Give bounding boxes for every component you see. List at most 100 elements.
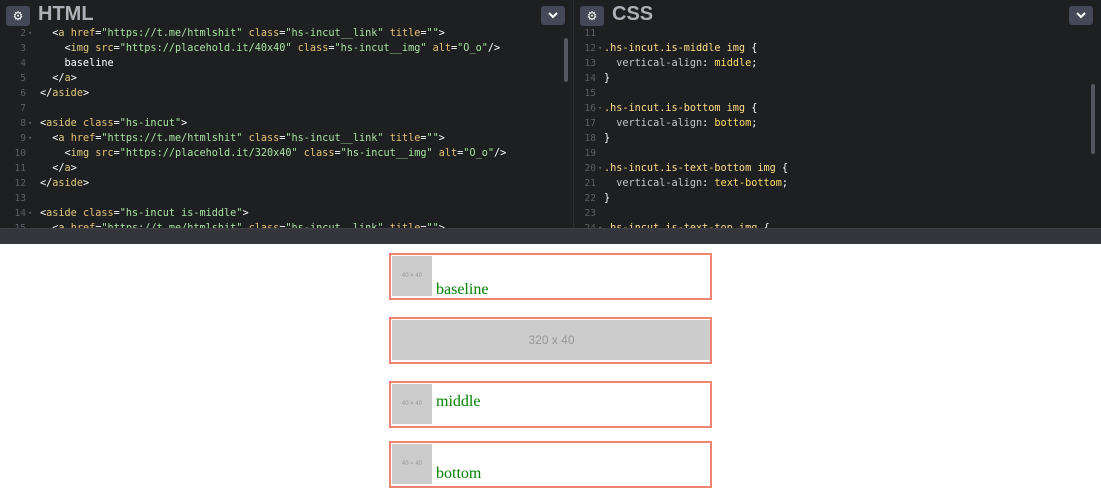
code-text: vertical-align: text-bottom;	[604, 176, 788, 191]
code-token: >	[70, 163, 77, 174]
code-token: vertical-align	[604, 58, 703, 69]
code-token: img	[70, 148, 90, 159]
code-token: class	[248, 28, 280, 39]
code-token: vertical-align	[604, 118, 703, 129]
css-settings-button[interactable]: ⚙	[580, 6, 604, 26]
code-text: </aside>	[40, 86, 89, 101]
code-token: <	[40, 43, 71, 54]
line-number: 15	[584, 88, 596, 99]
code-token: img	[70, 43, 90, 54]
line-number: 13	[584, 58, 596, 69]
code-token: "O_o"	[457, 43, 488, 54]
incut-box: 40 × 40 baseline	[389, 253, 712, 300]
fold-arrow-icon[interactable]: ▾	[28, 131, 32, 146]
fold-arrow-icon[interactable]: ▾	[598, 161, 602, 176]
line-number: 23	[584, 208, 596, 219]
html-editor-scrollbar[interactable]	[564, 38, 568, 82]
code-text: }	[604, 71, 610, 86]
code-token: :	[702, 178, 715, 189]
code-token: "O_o"	[463, 148, 494, 159]
editor-area: ⚙ HTML 2 ▾ <a href="https://t.me/htmlshit…	[0, 0, 1101, 228]
html-code-editor[interactable]: 2 ▾ <a href="https://t.me/htmlshit" class…	[0, 28, 573, 228]
code-line: 13	[0, 191, 573, 206]
line-number: 13	[14, 193, 26, 204]
incut-link[interactable]: 40 × 40 baseline	[391, 255, 710, 298]
code-text: .hs-incut.is-bottom img {	[604, 101, 757, 116]
html-pane-title: HTML	[38, 3, 94, 25]
code-text: <img src="https://placehold.it/40x40" cl…	[40, 41, 501, 56]
line-number: 12	[584, 43, 596, 54]
code-token: class	[248, 133, 280, 144]
code-token: "hs-incut__link"	[285, 133, 384, 144]
code-text: .hs-incut.is-middle img {	[604, 41, 757, 56]
html-settings-button[interactable]: ⚙	[6, 6, 30, 26]
code-token: ;	[751, 118, 758, 129]
fold-arrow-icon[interactable]: ▾	[28, 206, 32, 221]
code-token: ;	[781, 178, 789, 189]
code-line: 11	[574, 26, 1101, 41]
gear-icon: ⚙	[586, 9, 598, 23]
incut-link[interactable]: 320 x 40	[391, 319, 710, 362]
code-text: <a href="https://t.me/htmlshit" class="h…	[40, 26, 445, 41]
css-editor-scrollbar[interactable]	[1091, 84, 1095, 154]
placeholder-image: 40 × 40	[392, 444, 432, 484]
code-line: 15	[574, 86, 1101, 101]
code-token: "https://placehold.it/40x40"	[119, 43, 292, 54]
code-token: />	[493, 148, 507, 159]
code-token: aside	[52, 178, 83, 189]
html-pane-menu-button[interactable]	[541, 6, 565, 25]
fold-arrow-icon[interactable]: ▾	[28, 116, 32, 131]
code-token: "hs-incut__img"	[334, 43, 427, 54]
css-pane-menu-button[interactable]	[1069, 6, 1093, 25]
code-line: 17 vertical-align: bottom;	[574, 116, 1101, 131]
code-token: >	[242, 208, 249, 219]
line-number: 16	[584, 103, 596, 114]
line-number: 10	[14, 148, 26, 159]
code-token: vertical-align	[604, 178, 703, 189]
code-line: 4 baseline	[0, 56, 573, 71]
code-line: 20 ▾ .hs-incut.is-text-bottom img {	[574, 161, 1101, 176]
fold-arrow-icon[interactable]: ▾	[28, 26, 32, 41]
code-text: vertical-align: middle;	[604, 56, 757, 71]
code-line: 9 ▾ <a href="https://t.me/htmlshit" class…	[0, 131, 573, 146]
code-text: <a href="https://t.me/htmlshit" class="h…	[40, 131, 445, 146]
line-number: 24	[574, 221, 598, 228]
incut-label: baseline	[436, 281, 489, 298]
fold-arrow-icon[interactable]: ▾	[598, 41, 602, 56]
code-token: >	[82, 88, 90, 99]
code-token: >	[82, 178, 90, 189]
code-text: .hs-incut.is-text-bottom img {	[604, 161, 788, 176]
fold-arrow-icon[interactable]: ▾	[598, 221, 602, 228]
code-line: 5 </a>	[0, 71, 573, 86]
css-code-editor[interactable]: 11 12 ▾ .hs-incut.is-middle img {13 vertica…	[574, 28, 1101, 228]
editor-resize-bar[interactable]	[0, 228, 1101, 244]
code-line: 22}	[574, 191, 1101, 206]
code-token: baseline	[40, 58, 114, 69]
code-line: 14 ▾ <aside class="hs-incut is-middle">	[0, 206, 573, 221]
code-text: </a>	[40, 71, 77, 86]
code-token: "https://placehold.it/320x40"	[119, 148, 298, 159]
code-line: 12 </aside>	[0, 176, 573, 191]
line-number: 19	[584, 148, 596, 159]
incut-box: 320 x 40	[389, 317, 712, 364]
code-text: .hs-incut.is-text-top img {	[604, 221, 770, 228]
css-pane-title: CSS	[612, 3, 654, 25]
code-token: <	[40, 148, 71, 159]
code-token: "hs-incut__link"	[285, 28, 384, 39]
result-preview: 40 × 40 baseline 320 x 40 40 × 40 middle 40 ×…	[0, 245, 1101, 493]
code-token: }	[604, 193, 611, 204]
line-number: 3	[20, 43, 26, 54]
code-token: title	[389, 133, 421, 144]
incut-link[interactable]: 40 × 40 middle	[391, 383, 710, 426]
code-token: alt	[438, 148, 458, 159]
code-token: </	[40, 73, 65, 84]
code-token: aside	[46, 208, 77, 219]
incut-link[interactable]: 40 × 40 bottom	[391, 443, 710, 486]
code-line: 21 vertical-align: text-bottom;	[574, 176, 1101, 191]
code-token: class	[297, 43, 329, 54]
code-text: </aside>	[40, 176, 89, 191]
fold-arrow-icon[interactable]: ▾	[598, 101, 602, 116]
code-token: .hs-incut.is-text-bottom img	[604, 163, 776, 174]
code-token: "hs-incut__img"	[340, 148, 433, 159]
line-number: 15	[0, 221, 34, 228]
